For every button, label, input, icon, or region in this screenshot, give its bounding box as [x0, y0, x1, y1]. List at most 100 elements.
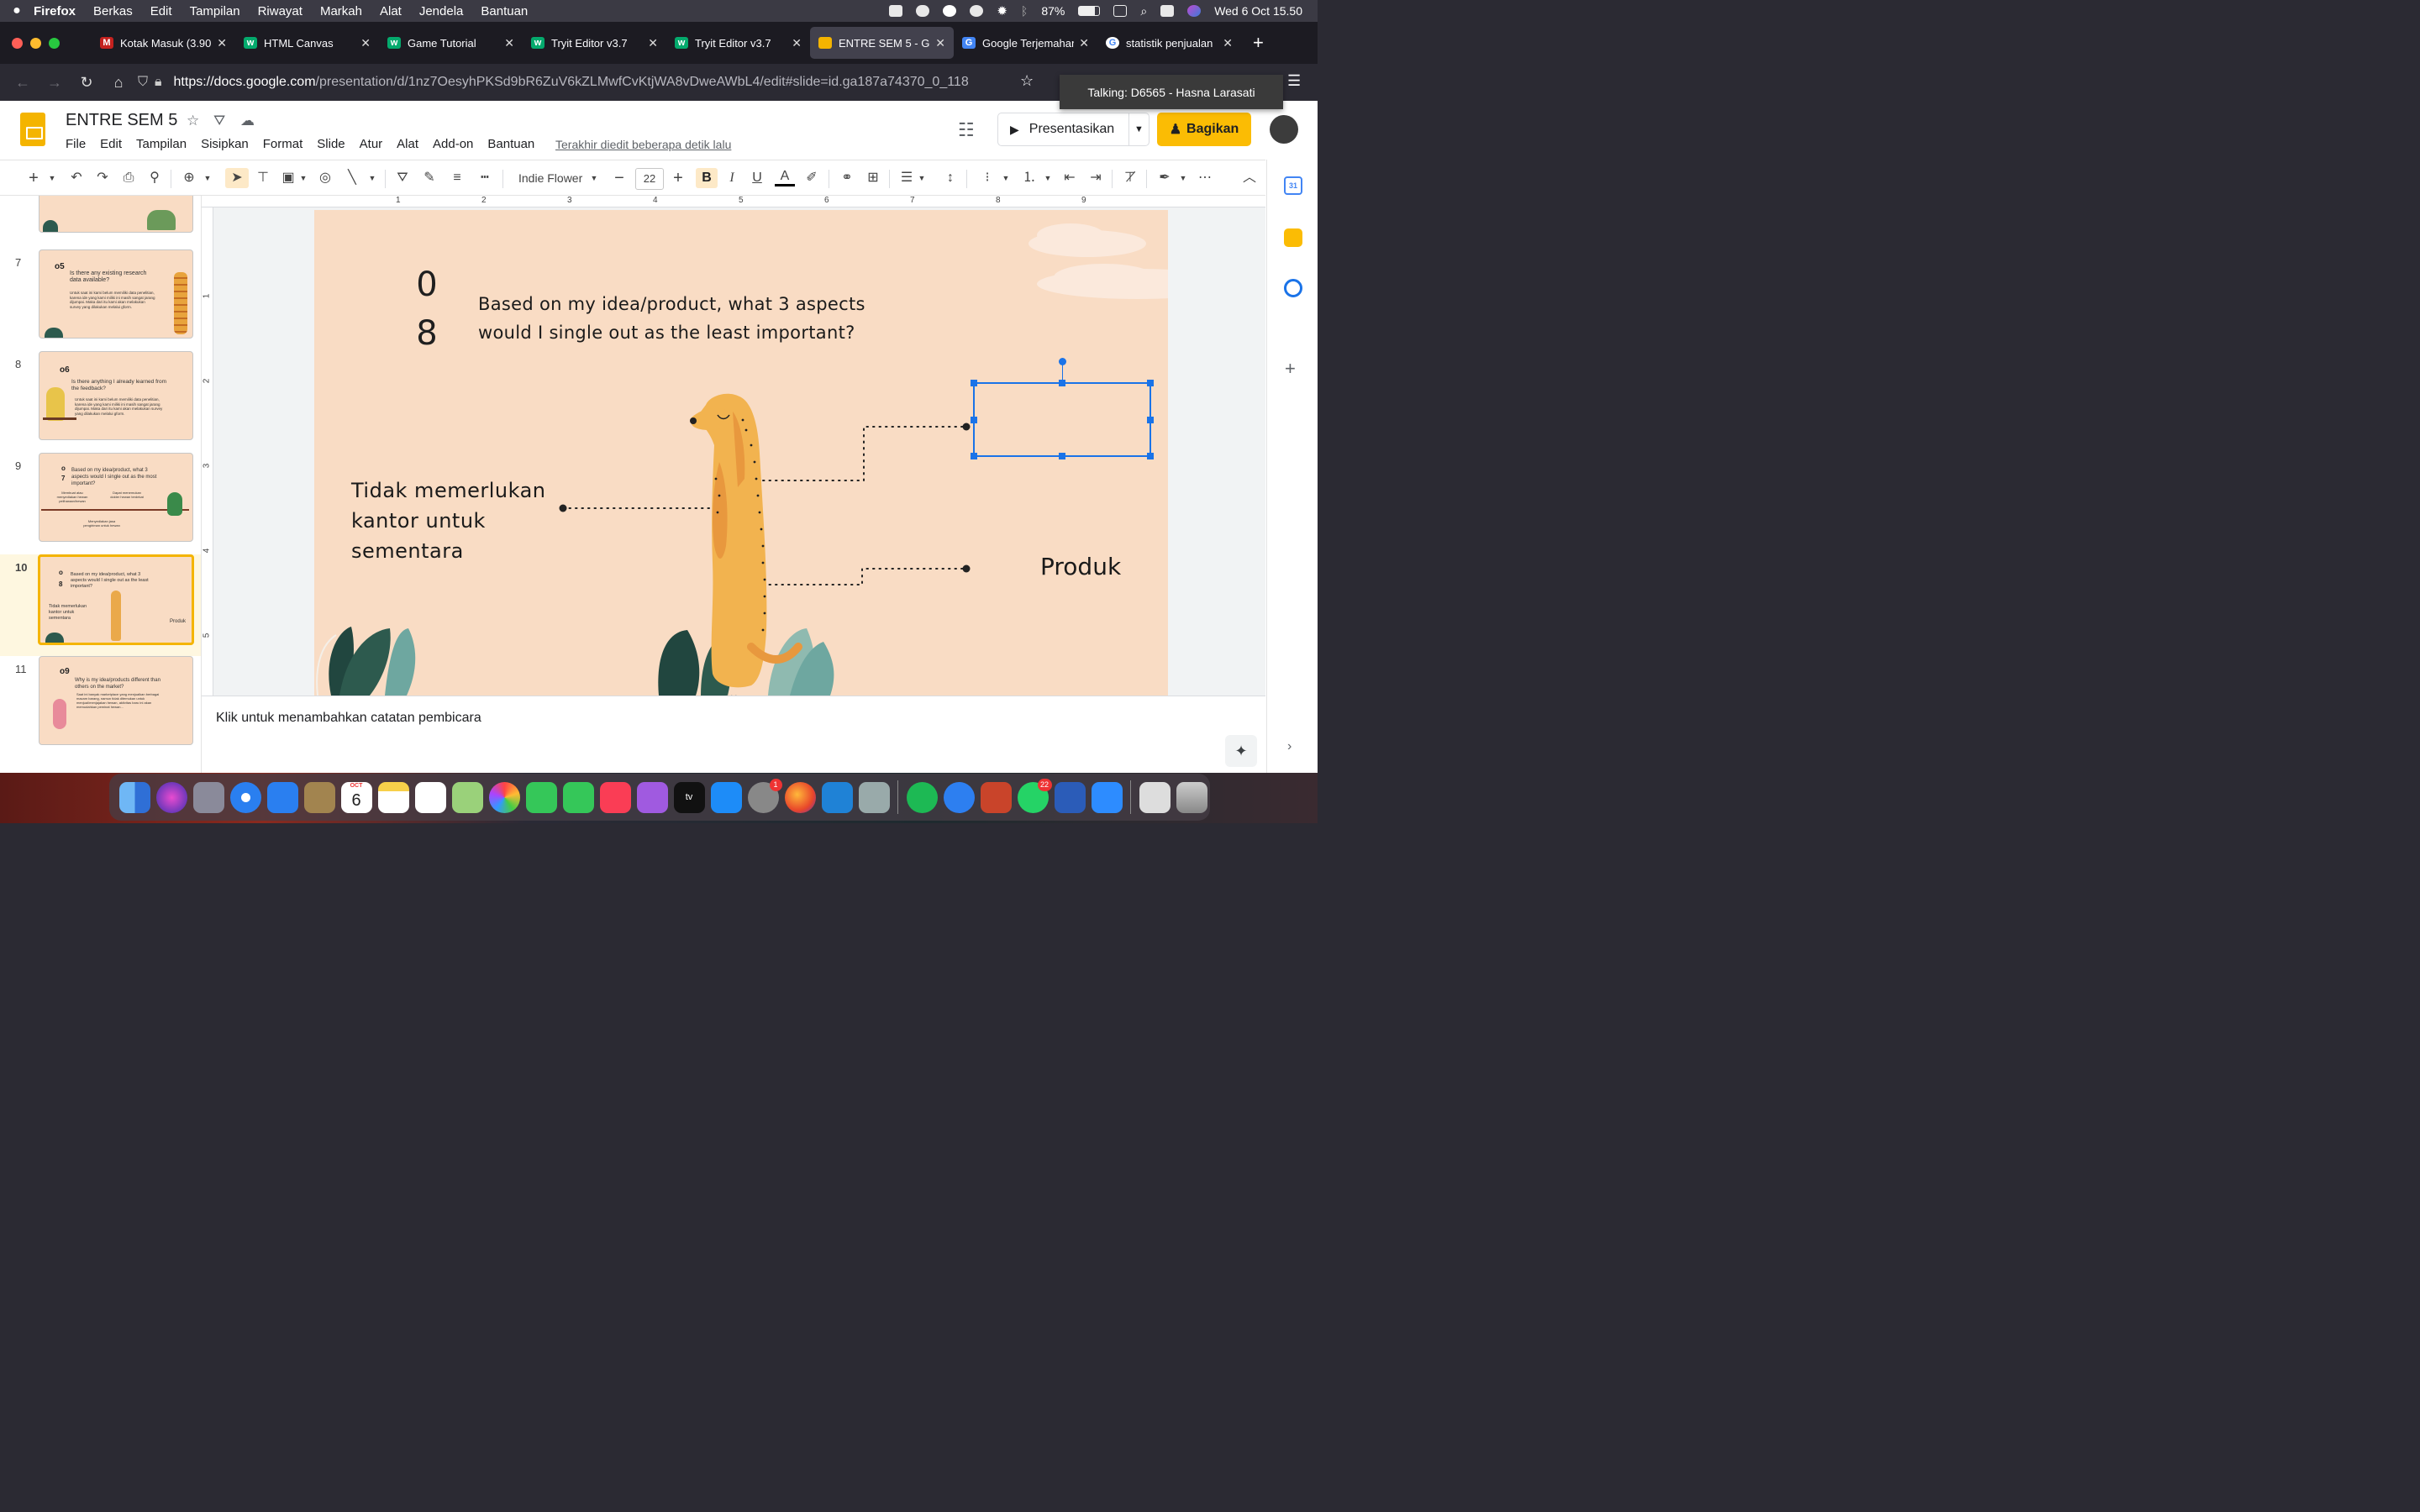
pen-dropdown-icon[interactable]: ▼	[1178, 168, 1188, 188]
shape-icon[interactable]: ◎	[316, 168, 334, 188]
align-dropdown-icon[interactable]: ▼	[917, 168, 927, 188]
contacts-icon[interactable]	[303, 781, 335, 813]
avatar[interactable]	[1270, 115, 1298, 144]
bulleted-list-dropdown-icon[interactable]: ▼	[1001, 168, 1011, 188]
move-to-drive-icon[interactable]: ⛛	[213, 113, 225, 129]
browser-tab[interactable]: w Tryit Editor v3.7 ✕	[666, 27, 810, 59]
text-color-icon[interactable]: A	[775, 168, 795, 186]
image-icon[interactable]: ▣	[279, 168, 297, 188]
resize-handle[interactable]	[1059, 380, 1065, 386]
filmstrip-row[interactable]: 7 o5 Is there any existing research data…	[0, 249, 201, 351]
menubar-item-history[interactable]: Riwayat	[258, 4, 302, 18]
slides-logo-icon[interactable]	[20, 113, 45, 146]
pen-icon[interactable]: ✒	[1155, 168, 1174, 188]
bluetooth-icon[interactable]: ᛒ	[1021, 4, 1028, 18]
star-icon[interactable]: ☆	[187, 113, 199, 129]
creative-cloud-icon[interactable]	[970, 5, 984, 17]
numbered-list-icon[interactable]: ⒈	[1020, 168, 1039, 188]
slide-editor[interactable]: 0 8 Based on my idea/product, what 3 asp…	[314, 210, 1168, 696]
forward-arrow-icon[interactable]: →	[39, 74, 71, 92]
slide-thumbnail[interactable]: o5 Is there any existing research data a…	[39, 249, 193, 339]
word-icon[interactable]	[1054, 781, 1086, 813]
share-button[interactable]: ♟ Bagikan	[1157, 113, 1251, 146]
zoom-window-button[interactable]	[49, 37, 60, 49]
tab-close-icon[interactable]: ✕	[648, 36, 658, 50]
reload-icon[interactable]: ↻	[71, 74, 103, 92]
menubar-item-view[interactable]: Tampilan	[190, 4, 240, 18]
trash-icon[interactable]	[1176, 781, 1207, 813]
highlight-color-icon[interactable]: ✐	[802, 168, 821, 188]
menubar-app-name[interactable]: Firefox	[34, 4, 76, 18]
whatsapp-icon[interactable]: 22	[1017, 778, 1052, 813]
podcasts-icon[interactable]	[636, 781, 668, 813]
slide-thumbnail[interactable]: o9 Why is my idea/products different tha…	[39, 656, 193, 745]
filmstrip-row-selected[interactable]: 10 o 8 Based on my idea/product, what 3 …	[0, 554, 201, 656]
menu-format[interactable]: Format	[263, 137, 303, 151]
battery-icon[interactable]	[1078, 6, 1101, 16]
numbered-list-dropdown-icon[interactable]: ▼	[1043, 168, 1053, 188]
downloads-stack-icon[interactable]	[1139, 781, 1171, 813]
speaker-notes-placeholder[interactable]: Klik untuk menambahkan catatan pembicara	[216, 711, 481, 726]
tab-close-icon[interactable]: ✕	[1079, 36, 1089, 50]
menu-view[interactable]: Tampilan	[136, 137, 187, 151]
music-icon[interactable]	[599, 781, 631, 813]
teamviewer-icon[interactable]	[943, 781, 975, 813]
increase-font-size-icon[interactable]: +	[669, 168, 687, 188]
rotate-handle[interactable]	[1059, 358, 1066, 365]
clear-formatting-icon[interactable]: ⊤̸	[1121, 168, 1139, 188]
align-icon[interactable]: ☰	[897, 168, 916, 188]
present-dropdown-icon[interactable]: ▼	[1128, 113, 1149, 145]
bookmark-star-icon[interactable]: ☆	[1020, 72, 1034, 90]
maps-icon[interactable]	[451, 781, 483, 813]
decrease-indent-icon[interactable]: ⇤	[1060, 168, 1079, 188]
redo-icon[interactable]: ↷	[93, 168, 112, 188]
photos-icon[interactable]	[488, 781, 520, 813]
menu-slide[interactable]: Slide	[317, 137, 345, 151]
vscode-icon[interactable]	[821, 781, 853, 813]
selected-text-box[interactable]	[971, 358, 1154, 459]
menu-arrange[interactable]: Atur	[360, 137, 383, 151]
increase-indent-icon[interactable]: ⇥	[1086, 168, 1105, 188]
siri-icon[interactable]	[155, 781, 187, 813]
spotify-icon[interactable]	[906, 781, 938, 813]
resize-handle[interactable]	[971, 453, 977, 459]
select-pointer-icon[interactable]: ➤	[225, 168, 249, 188]
undo-icon[interactable]: ↶	[67, 168, 86, 188]
text-box-icon[interactable]: ⊤	[254, 168, 272, 188]
browser-tab[interactable]: G Google Terjemahan ✕	[954, 27, 1097, 59]
present-button[interactable]: ▶ Presentasikan ▼	[997, 113, 1150, 146]
collapse-toolbar-icon[interactable]: ︿	[1240, 168, 1259, 188]
resize-handle[interactable]	[1147, 417, 1154, 423]
border-dash-icon[interactable]: ┅	[476, 168, 494, 188]
decrease-font-size-icon[interactable]: −	[610, 168, 629, 188]
zoom-icon[interactable]: ⊕	[180, 168, 198, 188]
browser-tab[interactable]: w Game Tutorial ✕	[379, 27, 523, 59]
tab-close-icon[interactable]: ✕	[935, 36, 945, 50]
tab-close-icon[interactable]: ✕	[1223, 36, 1233, 50]
filmstrip-row[interactable]: 9 o 7 Based on my idea/product, what 3 a…	[0, 453, 201, 554]
slide-thumbnail[interactable]: o 7 Based on my idea/product, what 3 asp…	[39, 453, 193, 542]
add-addon-icon[interactable]: +	[1285, 358, 1296, 380]
calendar-app-icon[interactable]: OCT 6	[340, 781, 372, 813]
zoom-app-icon[interactable]	[1091, 781, 1123, 813]
wifi-icon[interactable]	[1113, 5, 1128, 17]
insert-link-icon[interactable]: ⚭	[837, 168, 857, 188]
bold-icon[interactable]: B	[696, 168, 718, 188]
back-arrow-icon[interactable]: ←	[7, 74, 39, 92]
system-preferences-icon[interactable]: 1	[747, 778, 782, 813]
line-dropdown-icon[interactable]: ▼	[366, 168, 378, 188]
italic-icon[interactable]: I	[723, 168, 741, 188]
tab-close-icon[interactable]: ✕	[792, 36, 802, 50]
slide-number-heading[interactable]: 0 8	[407, 260, 447, 358]
line-icon[interactable]: ╲	[343, 168, 361, 188]
border-weight-icon[interactable]: ≡	[448, 168, 466, 188]
facetime-status-icon[interactable]	[889, 5, 903, 17]
menu-edit[interactable]: Edit	[100, 137, 122, 151]
reminders-icon[interactable]	[414, 781, 446, 813]
hamburger-menu-icon[interactable]: ☰	[1287, 72, 1301, 90]
calendar-icon[interactable]: 31	[1284, 176, 1302, 195]
menu-file[interactable]: File	[66, 137, 86, 151]
teamviewer-status-icon[interactable]	[943, 5, 957, 17]
slide-right-text[interactable]: Produk	[1040, 553, 1121, 580]
menubar-item-tools[interactable]: Alat	[380, 4, 402, 18]
